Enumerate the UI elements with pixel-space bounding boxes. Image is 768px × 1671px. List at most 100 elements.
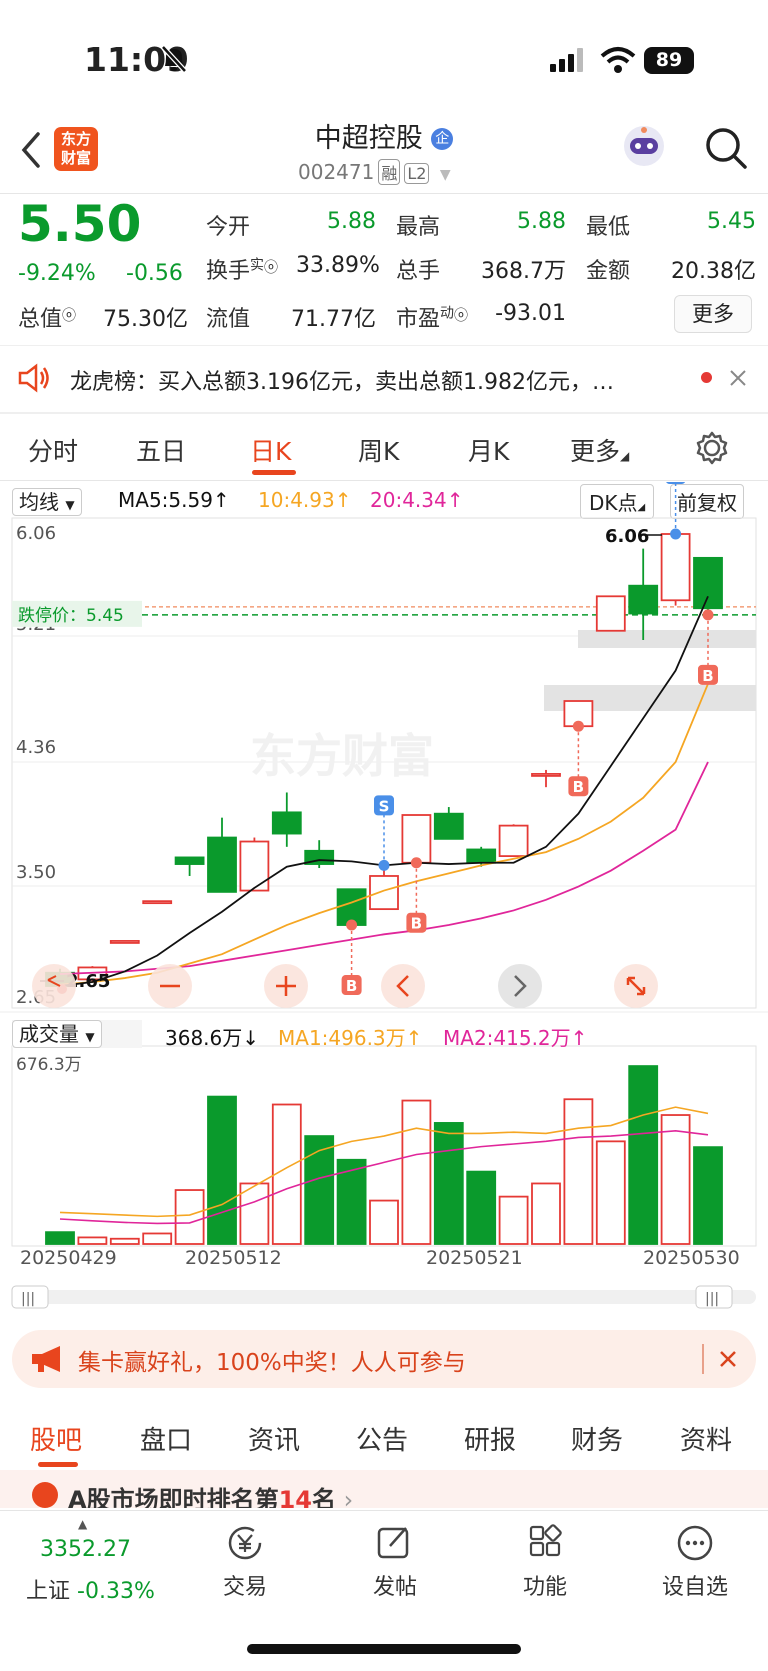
signal-dot	[702, 609, 714, 621]
index-row[interactable]: 上证 -0.33%	[26, 1573, 155, 1605]
tab-research[interactable]: 研报	[464, 1420, 516, 1457]
signal-dot	[670, 528, 682, 540]
quote-panel: 5.50 -9.24% -0.56 总值ⓞ 75.30亿 今开 5.88 最高 …	[0, 195, 768, 345]
dropdown-triangle-icon: ▼	[439, 167, 451, 183]
tab-guba[interactable]: 股吧	[30, 1420, 82, 1457]
candle-body	[271, 811, 302, 835]
banner-close-icon[interactable]	[718, 1349, 738, 1369]
scroll-left-end-button[interactable]	[32, 964, 76, 1008]
signal-dot	[346, 919, 358, 931]
volume-value: 368.7万	[481, 259, 566, 284]
x-tick: 20250512	[185, 1247, 282, 1269]
nav-post[interactable]: 发帖	[340, 1523, 450, 1601]
float-cap-label: 流值	[206, 307, 251, 332]
more-button[interactable]: 更多	[674, 295, 752, 333]
range-scrollbar-track[interactable]	[12, 1290, 756, 1304]
rank-icon	[32, 1482, 58, 1508]
low-label: 最低	[586, 215, 631, 240]
notice-text: 龙虎榜：买入总额3.196亿元，卖出总额1.982亿元，…	[70, 370, 614, 395]
candle-body	[531, 773, 561, 777]
kline-svg[interactable]: 东方财富 6.06 5.21 4.36 3.50 2.65 跌停价：5.45 B…	[0, 482, 768, 1342]
unread-dot	[701, 372, 712, 383]
tab-announcements[interactable]: 公告	[356, 1420, 408, 1457]
signal-label: B	[346, 977, 357, 995]
home-indicator	[247, 1644, 521, 1654]
volume-bar	[660, 1114, 691, 1245]
low-value: 5.45	[707, 209, 756, 234]
scroll-next-button[interactable]	[498, 964, 542, 1008]
candle-body	[660, 533, 691, 602]
signal-label: B	[411, 915, 422, 933]
tab-daily-k[interactable]: 日K	[250, 432, 291, 468]
open-label: 今开	[206, 215, 251, 240]
volume-select[interactable]: 成交量 ▼	[12, 1018, 102, 1048]
settings-gear-icon[interactable]	[694, 430, 730, 466]
tab-monthly-k[interactable]: 月K	[468, 432, 509, 468]
kline-chart-area[interactable]: 均线 ▼ MA5:5.59↑ 10:4.93↑ 20:4.34↑ DK点◢ 前复…	[0, 482, 768, 1342]
candle-body	[207, 836, 237, 893]
rank-strip[interactable]: A股市场即时排名第14名 ›	[0, 1470, 768, 1508]
volume-bar	[45, 1231, 75, 1245]
robot-assistant-icon[interactable]	[620, 122, 668, 170]
trade-yen-icon	[228, 1526, 262, 1560]
tab-more[interactable]: 更多◢	[570, 432, 629, 468]
x-tick: 20250429	[20, 1247, 117, 1269]
tab-weekly-k[interactable]: 周K	[358, 432, 399, 468]
index-value[interactable]: 3352.27	[40, 1537, 131, 1562]
tab-pankou[interactable]: 盘口	[140, 1420, 192, 1457]
rank-text: A股市场即时排名第14名 ›	[68, 1486, 354, 1508]
banner-divider	[702, 1344, 704, 1374]
tab-profile[interactable]: 资料	[680, 1420, 732, 1457]
caret-up-icon: ▲	[78, 1517, 88, 1531]
candle-body	[595, 595, 626, 632]
volume-ma2-legend: MA2:415.2万↑	[443, 1026, 588, 1050]
notice-bar[interactable]: 龙虎榜：买入总额3.196亿元，卖出总额1.982亿元，…	[0, 346, 768, 412]
stock-code-row: 002471 融 L2 ▼	[298, 159, 451, 185]
candle-body	[693, 556, 723, 610]
active-content-tab-underline	[38, 1462, 78, 1467]
candle-body	[401, 814, 432, 864]
tab-five-day[interactable]: 五日	[136, 432, 186, 468]
volume-label: 总手	[396, 259, 441, 284]
volume-bar	[109, 1237, 140, 1245]
tab-intraday[interactable]: 分时	[28, 432, 78, 468]
high-marker: 6.06	[605, 526, 649, 547]
volume-bars	[45, 1065, 723, 1245]
volume-bar	[498, 1195, 529, 1245]
speaker-icon	[18, 363, 49, 393]
battery-indicator: 89	[644, 47, 694, 74]
search-icon[interactable]	[704, 126, 748, 170]
volume-bar	[466, 1170, 497, 1245]
support-zone	[578, 630, 756, 648]
volume-bar	[77, 1236, 108, 1245]
candle-body	[109, 940, 140, 944]
more-dots-icon	[677, 1525, 713, 1561]
volume-bar	[271, 1103, 302, 1245]
volume-bar	[628, 1065, 659, 1245]
stock-header: 东方 财富 中超控股 企 002471 融 L2 ▼	[0, 110, 768, 194]
tab-finance[interactable]: 财务	[571, 1420, 623, 1457]
nav-add-watchlist[interactable]: 设自选	[640, 1523, 750, 1601]
promo-banner[interactable]: 集卡赢好礼，100%中奖！人人可参与	[12, 1330, 756, 1388]
ma-lines	[59, 595, 709, 987]
high-label: 最高	[396, 215, 441, 240]
svg-text:|||: |||	[705, 1291, 719, 1307]
volume-bar	[174, 1189, 205, 1245]
candle-body	[433, 812, 464, 840]
float-cap-value: 71.77亿	[291, 307, 376, 332]
watermark-text: 东方财富	[250, 729, 434, 783]
tab-news[interactable]: 资讯	[248, 1420, 300, 1457]
limit-down-label: 跌停价：5.45	[18, 606, 124, 626]
volume-bar	[401, 1099, 432, 1245]
nav-functions[interactable]: 功能	[490, 1523, 600, 1601]
volume-legend: 368.6万↓	[165, 1026, 260, 1050]
volume-bar	[304, 1135, 335, 1245]
pe-value: -93.01	[495, 301, 566, 326]
candle-body	[369, 875, 399, 911]
close-icon[interactable]	[728, 368, 748, 388]
nav-trade[interactable]: 交易	[190, 1523, 300, 1601]
edit-post-icon	[377, 1527, 409, 1559]
change-amount: -0.56	[126, 261, 183, 286]
scroll-prev-button[interactable]	[381, 964, 425, 1008]
svg-text:|||: |||	[21, 1291, 35, 1307]
